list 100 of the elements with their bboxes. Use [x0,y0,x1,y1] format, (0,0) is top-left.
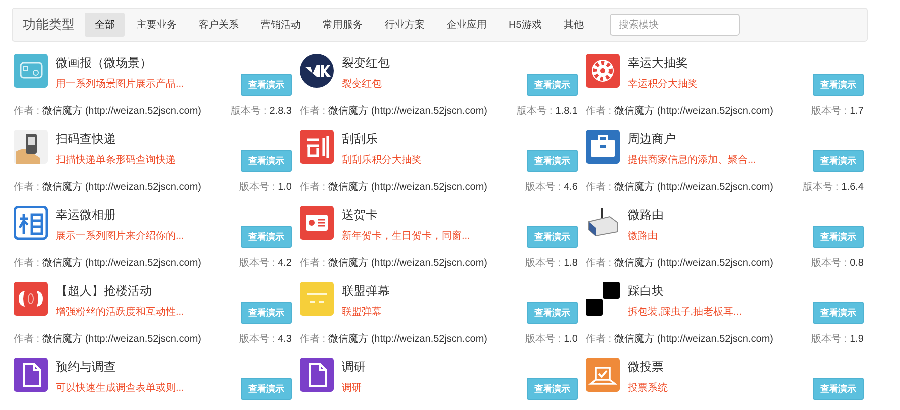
version-number: 2.8.3 [270,106,292,117]
version-label: 版本号 : [526,258,562,269]
version-label: 版本号 : [231,106,267,117]
category-tab[interactable]: 行业方案 [375,13,435,37]
version-number: 1.8.1 [556,106,578,117]
checker-tiles-icon [586,282,620,316]
author-label: 作者 : [14,182,40,193]
module-title: 踩白块 [628,283,665,300]
version-number: 1.9 [850,334,864,345]
demo-button[interactable]: 查看演示 [527,150,578,172]
laptop-check-icon [586,358,620,392]
author-name: 微信魔方 (http://weizan.52jscn.com) [42,258,202,269]
module-title: 预约与调查 [56,359,117,376]
module-description: 刮刮乐积分大抽奖 [342,154,423,167]
demo-button[interactable]: 查看演示 [241,378,292,400]
author-label: 作者 : [586,258,612,269]
category-tab[interactable]: 客户关系 [189,13,249,37]
demo-button[interactable]: 查看演示 [813,378,864,400]
category-tab[interactable]: 主要业务 [127,13,187,37]
module-description: 扫描快递单条形码查询快递 [56,154,177,167]
module-title: 幸运微相册 [56,207,117,224]
filter-label: 功能类型 [23,16,75,34]
photo-album-icon [14,206,48,240]
demo-button[interactable]: 查看演示 [527,378,578,400]
author-label: 作者 : [300,182,326,193]
version-number: 1.0 [564,334,578,345]
author-label: 作者 : [14,106,40,117]
version-number: 1.0 [278,182,292,193]
module-title: 幸运大抽奖 [628,55,689,72]
module-title: 裂变红包 [342,55,391,72]
version-number: 1.7 [850,106,864,117]
demo-button[interactable]: 查看演示 [813,150,864,172]
wheel-icon [586,54,620,88]
demo-button[interactable]: 查看演示 [241,302,292,324]
demo-button[interactable]: 查看演示 [813,226,864,248]
demo-button[interactable]: 查看演示 [241,226,292,248]
module-title: 微路由 [628,207,665,224]
module-description: 联盟弹幕 [342,306,383,319]
document-icon [300,358,334,392]
module-description: 可以快速生成调查表单或则... [56,382,186,395]
module-title: 周边商户 [628,131,677,148]
author-label: 作者 : [586,106,612,117]
author-label: 作者 : [586,182,612,193]
category-tab[interactable]: H5游戏 [499,13,552,37]
version-label: 版本号 : [240,182,276,193]
demo-button[interactable]: 查看演示 [527,74,578,96]
version-label: 版本号 : [240,258,276,269]
module-description: 调研 [342,382,363,395]
demo-button[interactable]: 查看演示 [813,74,864,96]
module-description: 幸运积分大抽奖 [628,78,699,91]
search-field[interactable]: 搜索模块 [610,14,740,36]
category-tab[interactable]: 全部 [85,13,125,37]
document-icon [14,358,48,392]
module-description: 裂变红包 [342,78,383,91]
version-number: 1.8 [564,258,578,269]
module-description: 投票系统 [628,382,669,395]
module-description: 微路由 [628,230,659,243]
module-title: 送贺卡 [342,207,379,224]
module-title: 【超人】抢楼活动 [56,283,153,300]
version-label: 版本号 : [517,106,553,117]
module-description: 提供商家信息的添加、聚合... [628,154,758,167]
version-number: 4.2 [278,258,292,269]
author-name: 微信魔方 (http://weizan.52jscn.com) [328,334,488,345]
category-tab[interactable]: 常用服务 [313,13,373,37]
demo-button[interactable]: 查看演示 [813,302,864,324]
version-number: 4.3 [278,334,292,345]
version-label: 版本号 : [812,106,848,117]
author-name: 微信魔方 (http://weizan.52jscn.com) [328,106,488,117]
demo-button[interactable]: 查看演示 [527,302,578,324]
wallet-icon [14,54,48,88]
version-label: 版本号 : [812,334,848,345]
module-description: 增强粉丝的活跃度和互动性... [56,306,186,319]
module-description: 展示一系列图片来介绍你的... [56,230,186,243]
author-label: 作者 : [300,106,326,117]
category-tab[interactable]: 企业应用 [437,13,497,37]
author-name: 微信魔方 (http://weizan.52jscn.com) [328,182,488,193]
version-label: 版本号 : [526,182,562,193]
author-name: 微信魔方 (http://weizan.52jscn.com) [614,106,774,117]
demo-button[interactable]: 查看演示 [241,74,292,96]
demo-button[interactable]: 查看演示 [527,226,578,248]
category-tab[interactable]: 营销活动 [251,13,311,37]
version-number: 4.6 [564,182,578,193]
module-title: 扫码查快递 [56,131,117,148]
module-title: 联盟弹幕 [342,283,391,300]
briefcase-icon [586,130,620,164]
version-label: 版本号 : [526,334,562,345]
author-name: 微信魔方 (http://weizan.52jscn.com) [42,334,202,345]
author-name: 微信魔方 (http://weizan.52jscn.com) [328,258,488,269]
author-name: 微信魔方 (http://weizan.52jscn.com) [42,182,202,193]
author-name: 微信魔方 (http://weizan.52jscn.com) [614,258,774,269]
module-title: 微投票 [628,359,665,376]
striped-tile-icon [300,282,334,316]
category-tab[interactable]: 其他 [554,13,594,37]
author-name: 微信魔方 (http://weizan.52jscn.com) [614,182,774,193]
author-label: 作者 : [14,258,40,269]
module-description: 新年贺卡，生日贺卡，同窗... [342,230,472,243]
demo-button[interactable]: 查看演示 [241,150,292,172]
version-label: 版本号 : [812,258,848,269]
module-description: 拆包装,踩虫子,抽老板耳... [628,306,743,319]
version-number: 1.6.4 [842,182,864,193]
